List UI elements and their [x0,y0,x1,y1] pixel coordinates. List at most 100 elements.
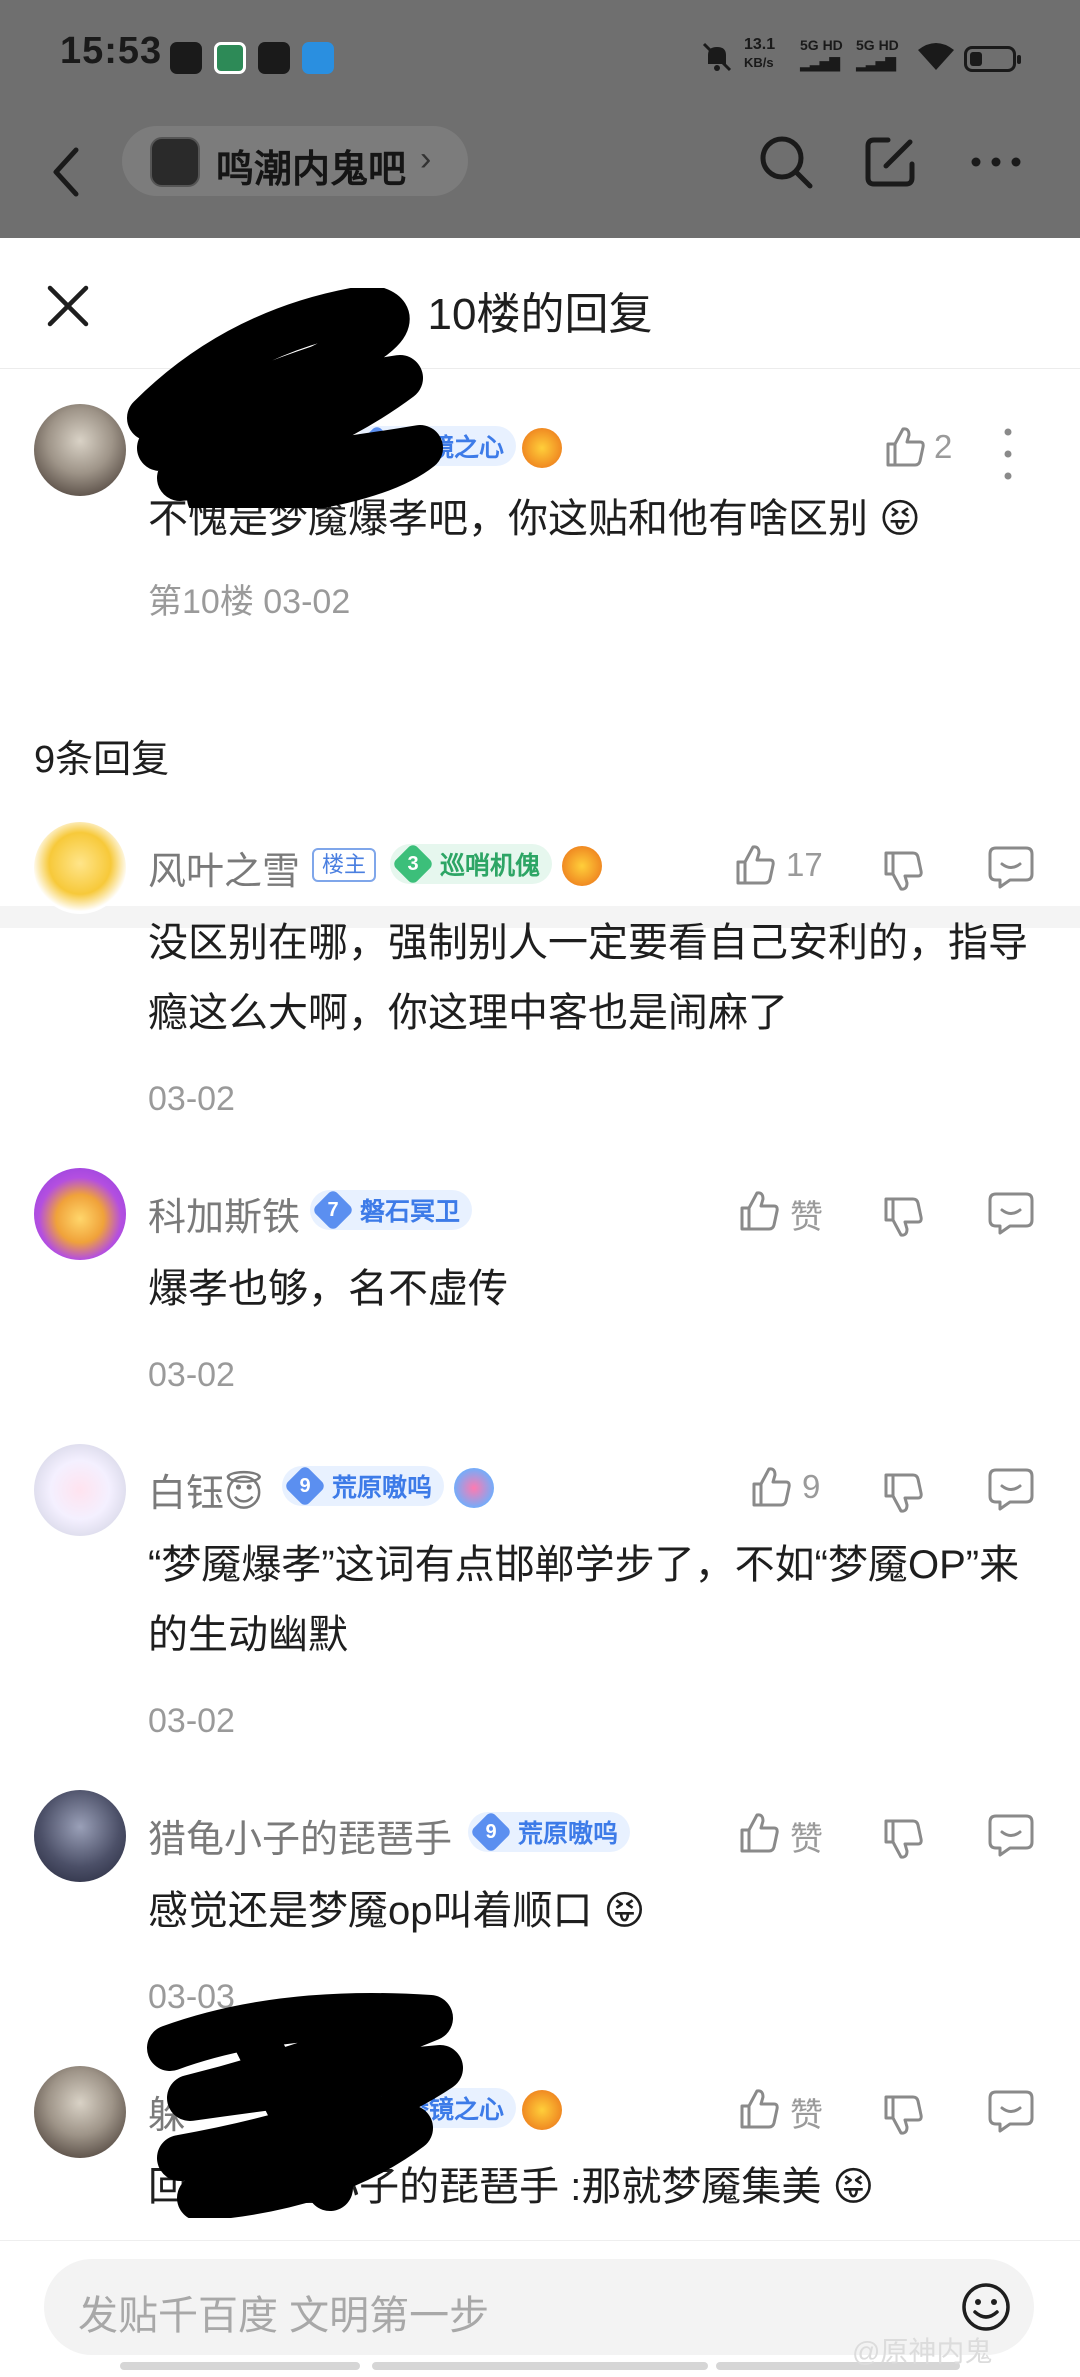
thumbs-up-icon[interactable] [736,1188,782,1234]
level-badge: 9 荒原嗷呜 [468,1810,631,1854]
dimmed-background: 15:53 13.1 KB/s 5G HD ▂▃▅▇ 5G HD ▂▃▅▇ 鸣潮… [0,0,1080,238]
thumbs-down-icon[interactable] [880,2092,926,2138]
username[interactable]: 猎龟小子的琵琶手 [148,1808,452,1863]
search-icon[interactable] [756,132,816,192]
redaction-scribble [147,1993,463,2218]
floor-date: 第10楼 03-02 [148,583,351,621]
like-count: 17 [786,846,823,883]
gesture-handle [120,2362,360,2370]
medal-icon [562,846,602,886]
comment-icon[interactable] [986,1812,1036,1858]
level-name: 磐石冥卫 [360,1198,461,1226]
thumbs-down-icon[interactable] [880,1470,926,1516]
like-count: 赞 [790,1198,823,1235]
emoji-icon[interactable] [960,2281,1012,2333]
level-gem-icon: 9 [283,1464,327,1508]
wallet-notification-icon [214,42,246,74]
like-count: 赞 [790,2096,823,2133]
level-badge: 9 荒原嗷呜 [282,1464,445,1508]
sim2-signal: 5G HD ▂▃▅▇ [856,36,899,72]
reply-date: 03-02 [148,1702,235,1740]
laugh-emoji: 😝 [603,1889,646,1933]
gesture-handle [372,2362,708,2370]
thumbs-up-icon[interactable] [732,842,778,888]
level-name: 巡哨机傀 [440,852,541,880]
more-icon[interactable] [966,132,1026,192]
thumbs-down-icon[interactable] [880,1816,926,1862]
sim2-label: 5G HD [856,37,899,53]
telegram-notification-icon [302,42,334,74]
like-count: 2 [934,428,953,465]
avatar[interactable] [34,822,126,914]
reply-date: 03-02 [148,1356,235,1394]
username[interactable]: 白钰😇 [148,1462,264,1517]
avatar[interactable] [34,1444,126,1536]
username[interactable]: 科加斯铁 [148,1186,300,1241]
avatar[interactable] [34,1168,126,1260]
comment-icon[interactable] [986,1190,1036,1236]
level-name: 荒原嗷呜 [518,1820,619,1848]
reply-text: 爆孝也够，名不虚传 [148,1267,508,1311]
watermark: @原神内鬼 [852,2336,993,2367]
forum-nav-bar: 鸣潮内鬼吧 › [0,112,1080,238]
comment-icon[interactable] [986,2088,1036,2134]
reply-text: 没区别在哪，强制别人一定要看自己安利的，指导瘾这么大啊，你这理中客也是闹麻了 [148,921,1028,1035]
reply-date: 03-02 [148,1080,235,1118]
app-notification-icon [170,42,202,74]
sim1-label: 5G HD [800,37,843,53]
laugh-emoji: 😝 [832,2165,875,2209]
level-badge: 3 巡哨机傀 [390,842,553,886]
comment-icon[interactable] [986,844,1036,890]
redaction-scribble [127,288,443,508]
network-speed-unit: KB/s [744,55,774,70]
status-bar: 15:53 13.1 KB/s 5G HD ▂▃▅▇ 5G HD ▂▃▅▇ [0,0,1080,112]
avatar[interactable] [34,1790,126,1882]
network-speed-value: 13.1 [744,36,776,53]
thumbs-up-icon[interactable] [736,1810,782,1856]
input-placeholder: 发贴千百度 文明第一步 [78,2294,490,2338]
medal-icon [454,1468,494,1508]
more-vertical-icon[interactable] [998,424,1018,484]
mute-icon [702,42,732,72]
forum-link[interactable]: 鸣潮内鬼吧 › [122,126,468,196]
like-count: 赞 [790,1820,823,1857]
back-arrow-icon[interactable] [44,132,94,212]
like-count: 9 [802,1468,821,1505]
chevron-right-icon: › [420,140,432,178]
wifi-icon [918,43,954,70]
laugh-emoji: 😝 [879,497,921,541]
edit-post-icon[interactable] [860,132,920,192]
comment-icon[interactable] [986,1466,1036,1512]
level-number: 7 [327,1199,339,1221]
level-number: 3 [407,853,419,875]
reply-text: “梦魇爆孝”这词有点邯郸学步了，不如“梦魇OP”来的生动幽默 [148,1543,1020,1657]
reply-text-body: 感觉还是梦魇op叫着顺口 [148,1889,593,1933]
message-notification-icon [258,42,290,74]
level-name: 荒原嗷呜 [332,1474,433,1502]
host-badge: 楼主 [312,848,377,882]
thumbs-down-icon[interactable] [880,1194,926,1240]
avatar[interactable] [34,2066,126,2158]
username[interactable]: 风叶之雪 [148,840,300,895]
medal-icon [522,2090,562,2130]
signal-bars-icon: ▂▃▅▇ [800,55,840,71]
avatar[interactable] [34,404,126,496]
battery-icon [964,46,1021,72]
sim1-signal: 5G HD ▂▃▅▇ [800,36,843,72]
level-gem-icon: 3 [391,842,435,886]
forum-avatar [150,137,200,187]
signal-bars-icon: ▂▃▅▇ [856,55,896,71]
level-number: 9 [485,1821,497,1843]
thumbs-up-icon[interactable] [882,424,928,470]
clock: 15:53 [60,30,163,72]
level-gem-icon: 7 [311,1188,355,1232]
forum-name: 鸣潮内鬼吧 [216,149,407,191]
network-speed: 13.1 KB/s [744,36,775,72]
thumbs-up-icon[interactable] [736,2086,782,2132]
level-badge: 7 磐石冥卫 [310,1188,473,1232]
thumbs-up-icon[interactable] [748,1464,794,1510]
medal-icon [522,428,562,468]
thumbs-down-icon[interactable] [880,848,926,894]
level-number: 9 [299,1475,311,1497]
reply-text: 感觉还是梦魇op叫着顺口 😝 [148,1876,1038,1946]
